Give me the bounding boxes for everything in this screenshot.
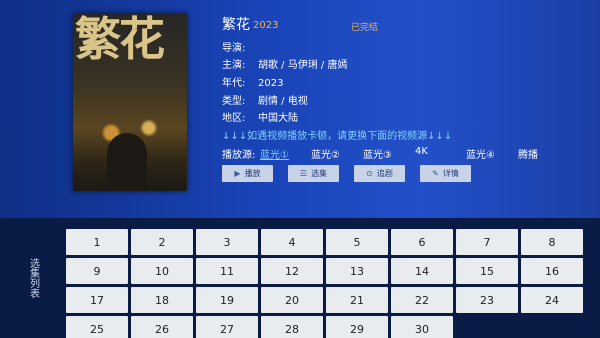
- show-title: 繁花: [222, 17, 250, 33]
- episode-button-12[interactable]: 12: [261, 258, 323, 284]
- episode-panel: 选集列表 1 2 3 4 5 6 7 8 9 10 11 12 13 14 15 16 17 18 19 20 21 22…: [0, 218, 600, 338]
- episode-button-25[interactable]: 25: [66, 316, 128, 338]
- detail-key: 导演:: [222, 43, 246, 54]
- source-option-6[interactable]: 腾播: [518, 146, 538, 161]
- detail-cast: 主演: 胡歌 / 马伊琍 / 唐嫣: [222, 56, 347, 71]
- episode-button-22[interactable]: 22: [391, 287, 453, 313]
- detail-director: 导演:: [222, 39, 258, 54]
- edit-icon: ✎: [432, 169, 439, 178]
- play-button[interactable]: ▶ 播放: [222, 165, 273, 182]
- episode-button-6[interactable]: 6: [391, 229, 453, 255]
- episode-button-15[interactable]: 15: [456, 258, 518, 284]
- episode-button-10[interactable]: 10: [131, 258, 193, 284]
- episode-button-1[interactable]: 1: [66, 229, 128, 255]
- episode-button-14[interactable]: 14: [391, 258, 453, 284]
- play-button-label: 播放: [244, 169, 261, 178]
- show-year: 2023: [253, 20, 279, 31]
- detail-region: 地区: 中国大陆: [222, 109, 298, 124]
- episode-button-8[interactable]: 8: [521, 229, 583, 255]
- details-button[interactable]: ✎ 详情: [420, 165, 471, 182]
- episode-button-27[interactable]: 27: [196, 316, 258, 338]
- follow-icon: ⊙: [366, 169, 373, 178]
- episode-button-18[interactable]: 18: [131, 287, 193, 313]
- episode-button-5[interactable]: 5: [326, 229, 388, 255]
- source-option-3[interactable]: 蓝光③: [363, 146, 392, 161]
- episode-button-16[interactable]: 16: [521, 258, 583, 284]
- episode-button-28[interactable]: 28: [261, 316, 323, 338]
- episode-button-2[interactable]: 2: [131, 229, 193, 255]
- episode-button-3[interactable]: 3: [196, 229, 258, 255]
- episode-button-30[interactable]: 30: [391, 316, 453, 338]
- detail-year: 年代: 2023: [222, 74, 283, 89]
- episode-button-21[interactable]: 21: [326, 287, 388, 313]
- source-option-2[interactable]: 蓝光②: [311, 146, 340, 161]
- episode-button-9[interactable]: 9: [66, 258, 128, 284]
- list-icon: ☰: [299, 169, 308, 178]
- episode-button-19[interactable]: 19: [196, 287, 258, 313]
- detail-key: 主演:: [222, 60, 246, 71]
- detail-value: 2023: [258, 78, 284, 89]
- episode-button-23[interactable]: 23: [456, 287, 518, 313]
- detail-key: 地区:: [222, 113, 246, 124]
- episode-button-24[interactable]: 24: [521, 287, 583, 313]
- episodes-button-label: 选集: [311, 169, 328, 178]
- episode-button-29[interactable]: 29: [326, 316, 388, 338]
- episode-button-4[interactable]: 4: [261, 229, 323, 255]
- episode-button-13[interactable]: 13: [326, 258, 388, 284]
- source-label: 播放源:: [222, 150, 256, 161]
- source-notice: ↓↓↓如遇视频播放卡顿，请更换下面的视频源↓↓↓: [222, 131, 453, 142]
- status-badge: 已完结: [351, 23, 379, 33]
- play-icon: ▶: [234, 169, 241, 178]
- source-option-1[interactable]: 蓝光①: [260, 146, 289, 161]
- episodes-button[interactable]: ☰ 选集: [288, 165, 339, 182]
- detail-genre: 类型: 剧情 / 电视: [222, 92, 308, 107]
- show-title-block: 繁花: [222, 14, 250, 34]
- episode-button-7[interactable]: 7: [456, 229, 518, 255]
- detail-value: 中国大陆: [258, 113, 298, 124]
- episode-button-20[interactable]: 20: [261, 287, 323, 313]
- source-option-4k[interactable]: 4K: [415, 146, 428, 157]
- episode-button-17[interactable]: 17: [66, 287, 128, 313]
- detail-header: 繁花 繁花 2023 已完结 导演: 主演: 胡歌 / 马伊琍 / 唐嫣 年代: 2…: [0, 0, 600, 218]
- poster-title-art: 繁花: [75, 13, 165, 66]
- episode-button-11[interactable]: 11: [196, 258, 258, 284]
- episode-list-label-box: 选集列表: [0, 218, 66, 338]
- poster-image: 繁花: [73, 13, 187, 191]
- follow-button[interactable]: ⊙ 追剧: [354, 165, 405, 182]
- source-option-5[interactable]: 蓝光④: [466, 146, 495, 161]
- follow-button-label: 追剧: [376, 169, 393, 178]
- poster-figure: [107, 133, 147, 191]
- episode-button-26[interactable]: 26: [131, 316, 193, 338]
- episode-list-label: 选集列表: [27, 258, 39, 298]
- detail-value: 剧情 / 电视: [258, 96, 308, 107]
- detail-key: 年代:: [222, 78, 246, 89]
- details-button-label: 详情: [442, 169, 459, 178]
- detail-value: 胡歌 / 马伊琍 / 唐嫣: [258, 60, 348, 71]
- detail-key: 类型:: [222, 96, 246, 107]
